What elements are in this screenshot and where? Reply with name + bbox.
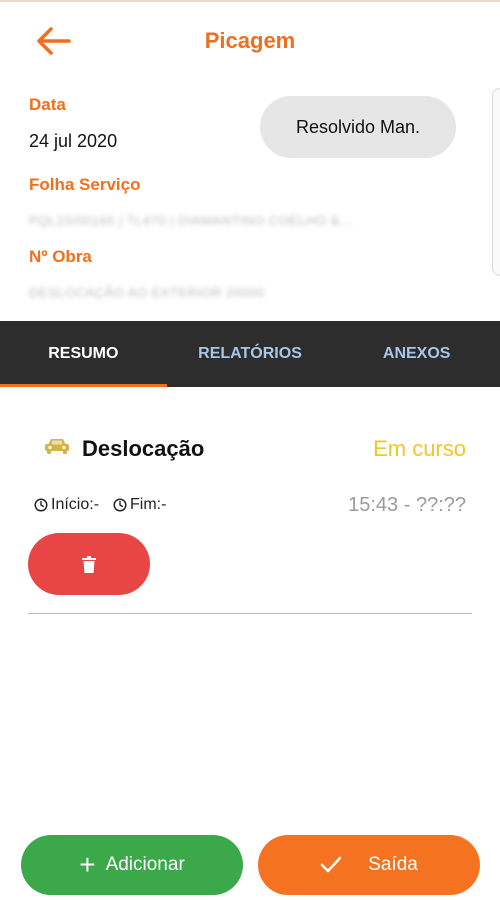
delete-entry-button[interactable] — [28, 533, 150, 595]
clock-icon — [34, 498, 48, 512]
exit-button-label: Saída — [368, 854, 418, 875]
plus-icon: + — [79, 849, 96, 880]
tab-anexos[interactable]: ANEXOS — [333, 321, 500, 387]
service-sheet-label: Folha Serviço — [29, 175, 141, 194]
service-sheet-value: PQL15/00165 | TL470 | DIAMANTINO COELHO … — [29, 213, 353, 228]
tab-resumo[interactable]: RESUMO — [0, 321, 167, 387]
end-time: Fim:- — [113, 496, 166, 514]
entry-status: Em curso — [373, 436, 466, 461]
work-number-label: Nº Obra — [29, 247, 92, 266]
date-value: 24 jul 2020 — [29, 131, 118, 151]
trip-entry: Deslocação Em curso Início:- Fim:- 15:43… — [28, 420, 472, 614]
start-time: Início:- — [34, 496, 99, 514]
date-label: Data — [29, 95, 66, 114]
work-number-value: DESLOCAÇÃO AO EXTERIOR 20000 — [29, 285, 265, 300]
page-title: Picagem — [204, 28, 296, 53]
exit-button[interactable]: Saída — [258, 835, 480, 895]
time-row: Início:- Fim:- — [34, 496, 180, 514]
app-header: Picagem — [0, 0, 500, 80]
entry-title: Deslocação — [82, 436, 205, 461]
end-time-label: Fim:- — [130, 496, 167, 513]
tab-bar: RESUMO RELATÓRIOS ANEXOS — [0, 321, 500, 387]
trash-icon — [82, 555, 96, 573]
clock-icon — [113, 498, 127, 512]
add-button[interactable]: + Adicionar — [21, 835, 243, 895]
check-icon — [320, 856, 342, 873]
start-time-label: Início:- — [51, 496, 100, 513]
time-range: 15:43 - ??:?? — [348, 494, 466, 516]
side-drawer-handle[interactable] — [492, 88, 500, 276]
resolution-status-badge[interactable]: Resolvido Man. — [260, 96, 456, 158]
add-button-label: Adicionar — [105, 854, 185, 875]
car-icon — [45, 439, 69, 454]
tab-relatorios[interactable]: RELATÓRIOS — [167, 321, 334, 387]
